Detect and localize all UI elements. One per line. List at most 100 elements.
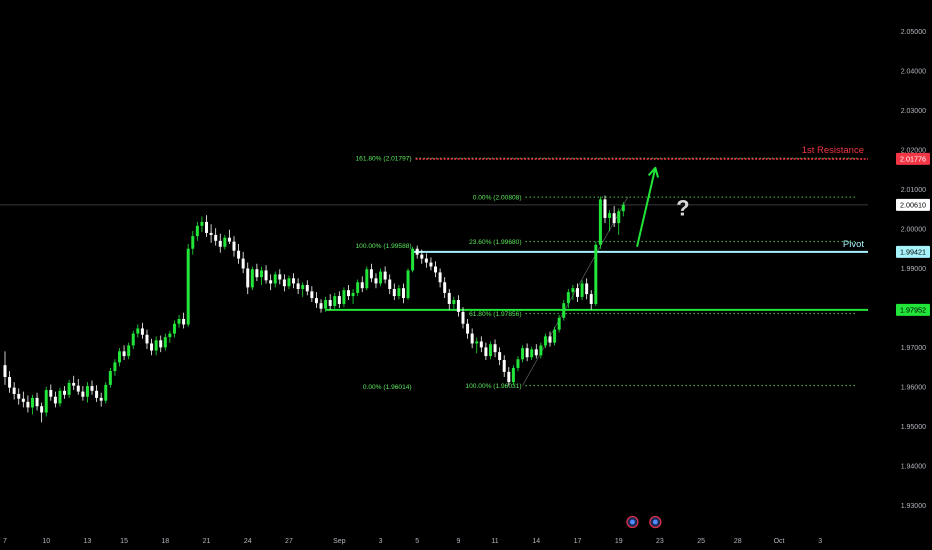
candle-body (511, 367, 515, 383)
candle-body (195, 225, 199, 237)
candle-body (438, 272, 442, 283)
candle-body (58, 390, 62, 404)
candle-body (191, 236, 195, 249)
candle-body (356, 282, 360, 293)
candle-body (301, 285, 305, 289)
candle-body (392, 288, 396, 297)
candle-body (209, 232, 213, 235)
support-price-badge: 1.97952 (900, 305, 926, 314)
fib-level-label: 0.00% (2.00808) (473, 195, 522, 202)
candle-body (273, 274, 277, 284)
candle-body (598, 199, 602, 245)
candle-body (163, 337, 167, 348)
candle-body (49, 390, 53, 397)
candle-body (401, 288, 405, 299)
candle-body (40, 406, 44, 413)
time-tick-label: 21 (203, 538, 211, 545)
candle-body (292, 278, 296, 284)
candle-body (53, 396, 57, 404)
candle-body (383, 271, 387, 280)
time-tick-label: 3 (818, 538, 822, 545)
candle-body (342, 290, 346, 304)
candle-body (502, 360, 506, 372)
candle-body (287, 278, 291, 287)
candle-body (571, 288, 575, 293)
time-tick-label: 14 (532, 538, 540, 545)
candle-body (351, 292, 355, 297)
candle-body (85, 386, 89, 397)
candle-body (589, 294, 593, 304)
candle-body (81, 391, 85, 397)
candle-body (466, 323, 470, 334)
candle-body (200, 221, 204, 226)
candle-body (347, 290, 350, 297)
candle-body (113, 362, 117, 372)
economic-event-icon-dot (652, 519, 658, 525)
candle-body (205, 221, 209, 233)
candle-body (475, 341, 479, 344)
price-tick-label: 2.03000 (901, 108, 926, 115)
price-tick-label: 2.05000 (901, 29, 926, 36)
candle-body (415, 248, 419, 255)
time-tick-label: 19 (615, 538, 623, 545)
candle-body (479, 341, 483, 348)
candle-body (447, 292, 451, 304)
candle-body (72, 382, 76, 386)
candle-body (429, 262, 433, 267)
candle-body (379, 271, 383, 284)
candle-body (424, 258, 428, 263)
candle-body (324, 300, 328, 309)
time-tick-label: 15 (120, 538, 128, 545)
candle-body (534, 349, 538, 356)
candle-body (136, 328, 140, 334)
candle-body (168, 333, 172, 338)
candle-body (104, 384, 108, 401)
price-tick-label: 1.93000 (901, 503, 926, 510)
candle-body (397, 288, 401, 297)
fib-level-label: 100.00% (1.99588) (356, 243, 412, 250)
candle-body (246, 268, 250, 288)
time-tick-label: 11 (491, 538, 498, 545)
candle-body (269, 280, 273, 284)
candle-body (456, 300, 460, 312)
candle-body (30, 397, 34, 408)
candle-body (498, 352, 502, 361)
candle-body (369, 269, 373, 279)
time-tick-label: 5 (415, 538, 419, 545)
candle-body (232, 241, 236, 251)
candle-body (259, 270, 263, 278)
candle-body (516, 359, 520, 368)
time-tick-label: 3 (379, 538, 383, 545)
candle-body (580, 283, 584, 297)
candle-body (406, 270, 410, 299)
candle-body (99, 397, 103, 401)
candle-body (543, 336, 547, 346)
time-tick-label: 24 (244, 538, 252, 545)
candle-body (67, 382, 71, 395)
candle-body (172, 323, 176, 334)
candle-body (159, 340, 163, 348)
candle-body (470, 333, 474, 344)
candle-body (214, 234, 218, 241)
candle-body (218, 240, 222, 247)
time-tick-label: Sep (333, 538, 346, 545)
candle-body (223, 237, 227, 247)
candle-body (360, 282, 364, 289)
pivot-level-name: Pivot (843, 239, 864, 250)
question-mark-annotation: ? (676, 195, 689, 220)
candle-body (76, 385, 80, 392)
candle-body (388, 279, 392, 289)
time-tick-label: 13 (84, 538, 92, 545)
price-tick-label: 2.00000 (901, 226, 926, 233)
candle-body (90, 386, 94, 391)
price-tick-label: 1.96000 (901, 384, 926, 391)
fib-level-label: 0.00% (1.96014) (363, 384, 412, 391)
candle-body (411, 248, 415, 271)
chart-background (0, 0, 932, 550)
candle-body (557, 317, 561, 330)
candle-body (452, 300, 456, 304)
candle-body (576, 288, 579, 297)
candle-body (8, 376, 12, 388)
candle-body (282, 279, 286, 287)
candle-body (140, 328, 144, 335)
